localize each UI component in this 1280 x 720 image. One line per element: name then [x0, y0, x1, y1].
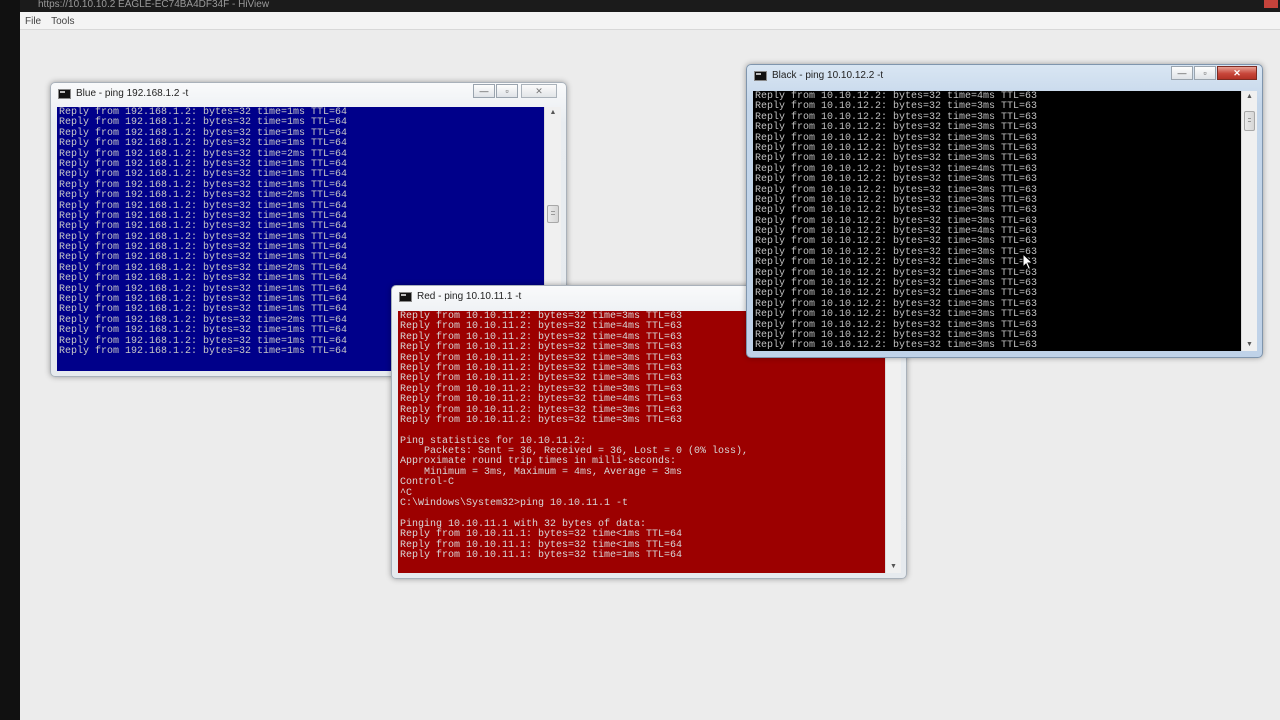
window-title: Black - ping 10.10.12.2 -t	[772, 70, 884, 81]
console-line: Reply from 10.10.12.2: bytes=32 time=3ms…	[755, 122, 1038, 134]
scroll-thumb[interactable]	[547, 205, 559, 223]
cmd-icon	[58, 89, 71, 99]
console-line: Reply from 192.168.1.2: bytes=32 time=1m…	[59, 138, 348, 150]
maximize-button[interactable]: ▫	[1194, 66, 1216, 80]
console-line: Reply from 10.10.12.2: bytes=32 time=3ms…	[755, 340, 1038, 351]
console-line: C:\Windows\System32>ping 10.10.11.1 -t	[400, 498, 629, 510]
viewer-title: https://10.10.10.2 EAGLE-EC74BA4DF34F - …	[38, 0, 270, 10]
cmd-icon	[754, 71, 767, 81]
scroll-up-icon[interactable]: ▲	[1242, 91, 1257, 103]
window-titlebar[interactable]: Blue - ping 192.168.1.2 -t — ▫ ✕	[51, 83, 566, 107]
console-line: Reply from 10.10.11.2: bytes=32 time=3ms…	[400, 414, 683, 426]
viewer-left-border	[0, 0, 20, 720]
window-title: Red - ping 10.10.11.1 -t	[417, 291, 522, 302]
minimize-button[interactable]: —	[473, 84, 495, 98]
vertical-scrollbar[interactable]: ▲ ▼	[1241, 91, 1257, 351]
close-button[interactable]: ✕	[521, 84, 557, 98]
maximize-button[interactable]: ▫	[496, 84, 518, 98]
console-line: Reply from 10.10.11.2: bytes=32 time=4ms…	[400, 394, 683, 406]
scroll-down-icon[interactable]: ▼	[1242, 339, 1257, 351]
console-output[interactable]: Reply from 10.10.12.2: bytes=32 time=4ms…	[753, 91, 1241, 351]
viewer-close-button[interactable]	[1264, 0, 1278, 8]
scroll-up-icon[interactable]: ▲	[545, 107, 561, 119]
cmd-icon	[399, 292, 412, 302]
mouse-cursor-icon	[1022, 253, 1034, 271]
scroll-down-icon[interactable]: ▼	[886, 561, 901, 573]
close-button[interactable]: ✕	[1217, 66, 1257, 80]
minimize-button[interactable]: —	[1171, 66, 1193, 80]
menu-file[interactable]: File	[25, 16, 41, 27]
console-window-black[interactable]: Black - ping 10.10.12.2 -t — ▫ ✕ Reply f…	[746, 64, 1263, 358]
scroll-thumb[interactable]	[1244, 111, 1255, 131]
viewer-title-bar: https://10.10.10.2 EAGLE-EC74BA4DF34F - …	[20, 0, 1280, 12]
window-title: Blue - ping 192.168.1.2 -t	[76, 88, 189, 99]
console-line: Reply from 10.10.11.1: bytes=32 time=1ms…	[400, 549, 683, 561]
window-titlebar[interactable]: Black - ping 10.10.12.2 -t — ▫ ✕	[747, 65, 1262, 89]
console-line: Reply from 192.168.1.2: bytes=32 time=2m…	[59, 190, 348, 202]
menu-tools[interactable]: Tools	[51, 16, 74, 27]
console-line: Reply from 10.10.12.2: bytes=32 time=3ms…	[755, 174, 1038, 186]
console-line: Minimum = 3ms, Maximum = 4ms, Average = …	[400, 466, 683, 478]
viewer-menu-bar: File Tools	[20, 12, 1280, 30]
console-line: Control-C	[400, 477, 455, 489]
